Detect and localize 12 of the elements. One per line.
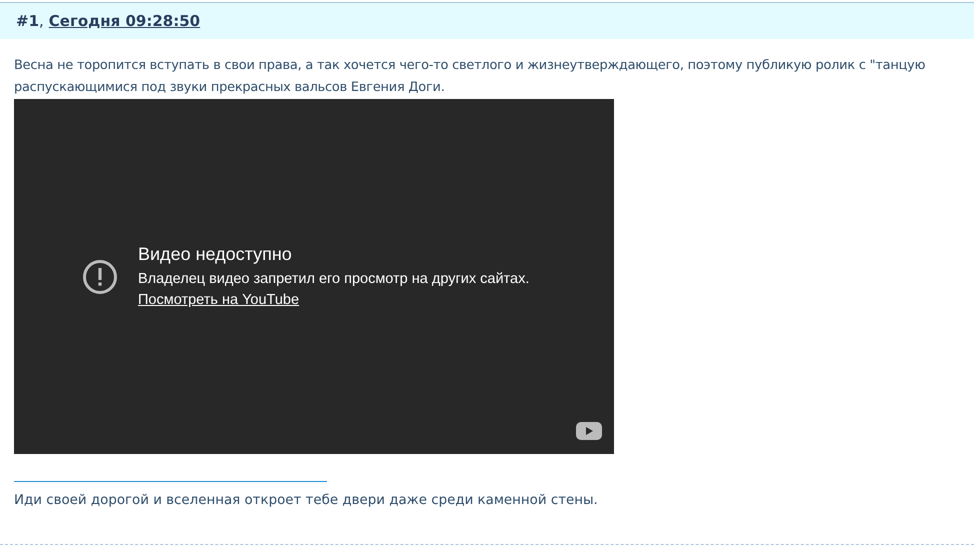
youtube-link[interactable]: Посмотреть на YouTube bbox=[138, 292, 300, 308]
signature-text: Иди своей дорогой и вселенная откроет тебе двери даже среди каменной стены. bbox=[14, 492, 599, 510]
separator: , bbox=[39, 12, 44, 30]
video-player[interactable]: Видео недоступно Владелец видео запретил его просмотр на других сайтах. Посмотреть на YouTube bbox=[14, 99, 614, 454]
video-title: Видео недоступно bbox=[138, 244, 293, 265]
play-logo-icon[interactable] bbox=[576, 422, 602, 440]
post-date-link[interactable]: Сегодня 09:28:50 bbox=[48, 12, 200, 30]
post-text: Весна не торопится вступать в свои права, а так хочется чего-то светлого и жизнеутверждающего, поэтому публикую ролик с "танцую bbox=[14, 57, 926, 75]
video-message: Владелец видео запретил его просмотр на других сайтах. bbox=[138, 271, 530, 287]
post-text: распускающимися под звуки прекрасных вальсов Евгения Доги. bbox=[14, 79, 445, 97]
post-number: #1 bbox=[16, 12, 40, 30]
warning-icon bbox=[82, 258, 118, 294]
